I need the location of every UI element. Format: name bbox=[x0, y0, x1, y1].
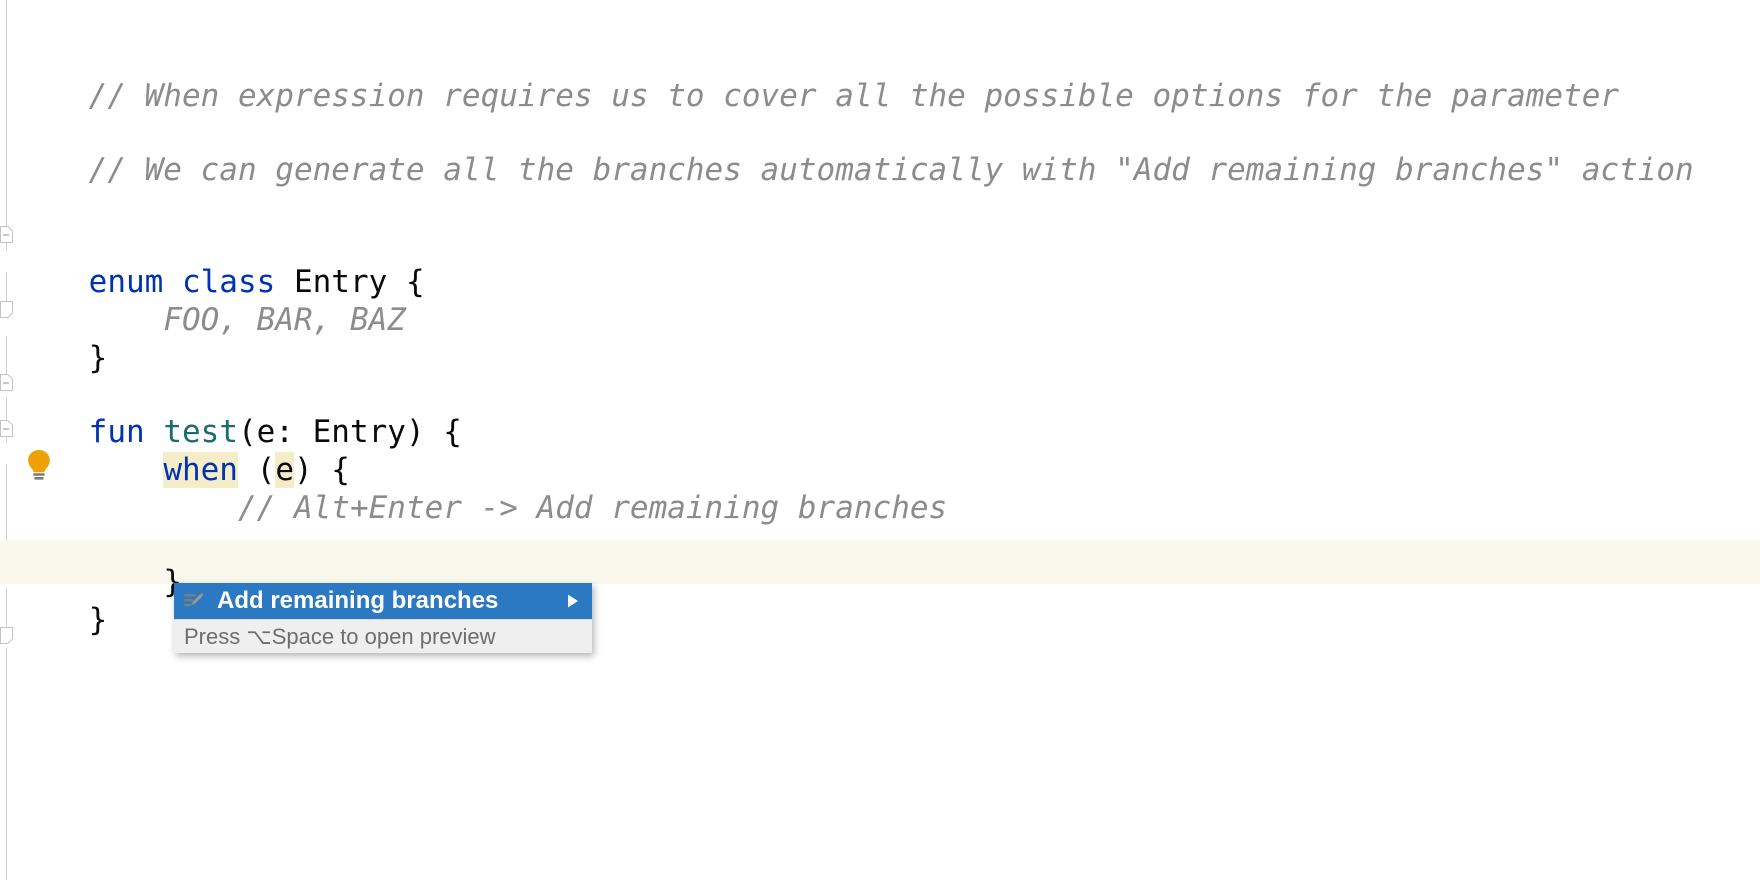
quickfix-edit-icon bbox=[183, 591, 205, 611]
brace-open: { bbox=[405, 264, 425, 300]
code-line-fun-close[interactable]: } bbox=[14, 554, 108, 638]
editor-gutter[interactable] bbox=[0, 0, 14, 880]
intention-action-popup[interactable]: Add remaining branches Press ⌥Space to o… bbox=[174, 583, 592, 653]
code-line-comment-1[interactable]: // When expression requires us to cover … bbox=[14, 30, 1619, 114]
code-line-comment-2[interactable]: // We can generate all the branches auto… bbox=[14, 104, 1694, 188]
fold-marker-end[interactable] bbox=[0, 296, 13, 318]
intention-item-label: Add remaining branches bbox=[217, 587, 499, 614]
comment-text: // We can generate all the branches auto… bbox=[88, 152, 1694, 188]
fold-marker-expanded[interactable] bbox=[0, 420, 13, 442]
fold-rail bbox=[6, 0, 7, 250]
fold-rail bbox=[6, 648, 7, 880]
fold-marker-expanded[interactable] bbox=[0, 226, 13, 248]
code-editor[interactable]: // When expression requires us to cover … bbox=[0, 0, 1760, 880]
caret-line-highlight bbox=[0, 540, 1760, 584]
lightbulb-icon[interactable] bbox=[24, 448, 54, 482]
fold-marker-end[interactable] bbox=[0, 622, 13, 644]
comment-text: // Alt+Enter -> Add remaining branches bbox=[237, 490, 948, 526]
intention-preview-hint: Press ⌥Space to open preview bbox=[174, 619, 592, 653]
intention-item-add-remaining-branches[interactable]: Add remaining branches bbox=[174, 583, 592, 619]
code-line-comment-3[interactable]: // Alt+Enter -> Add remaining branches bbox=[14, 442, 947, 526]
brace-close: } bbox=[88, 602, 108, 638]
enum-values: FOO, BAR, BAZ bbox=[163, 302, 406, 338]
code-line-enum-close[interactable]: } bbox=[14, 292, 108, 376]
fold-marker-expanded[interactable] bbox=[0, 374, 13, 396]
fold-rail bbox=[6, 336, 7, 376]
chevron-right-icon[interactable] bbox=[564, 592, 582, 610]
